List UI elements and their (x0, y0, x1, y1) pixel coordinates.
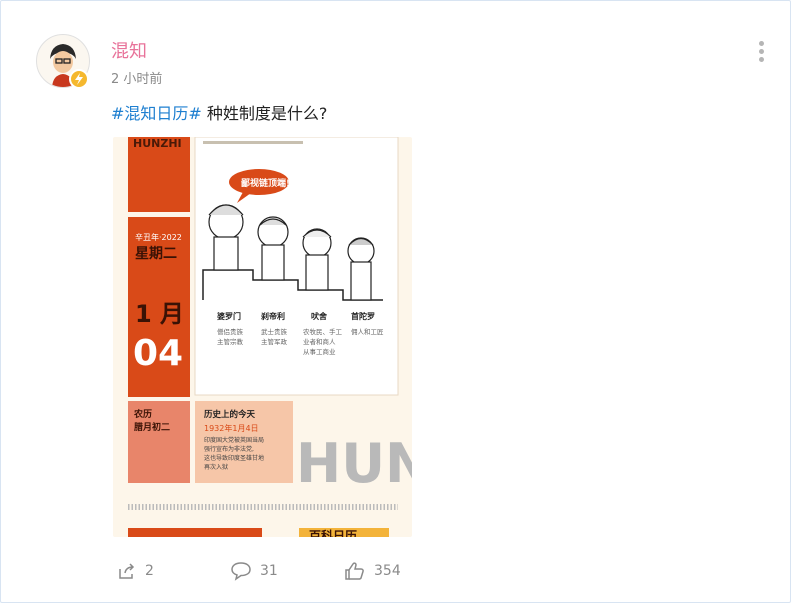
post-text: #混知日历# 种姓制度是什么? (111, 100, 327, 124)
lunar-label: 农历 (133, 408, 152, 420)
lunar-date: 腊月初二 (134, 421, 170, 433)
calendar-illustration: HUNZHI 辛丑年·2022 星期二 1 月 04 鄙视链顶端! 婆罗门 僧侣… (128, 137, 412, 537)
history-title: 历史上的今天 (204, 409, 256, 420)
year-line: 辛丑年·2022 (135, 232, 182, 242)
post-card: 混知 2 小时前 #混知日历# 种姓制度是什么? HUNZHI 辛丑年·2022… (0, 0, 791, 603)
caste-name: 婆罗门 (217, 311, 241, 321)
bottom-label: 百科日历 (309, 528, 357, 537)
history-line: 这也导致印度圣雄甘地 (204, 454, 264, 462)
caste-desc: 从事工商业 (303, 347, 336, 356)
thumbs-up-icon (345, 562, 364, 580)
caste-desc: 主管宗教 (217, 337, 244, 346)
caste-desc: 业者和商人 (303, 337, 336, 346)
day: 04 (133, 333, 183, 374)
share-count: 2 (145, 563, 154, 579)
history-line: 强行宣布为非法党, (204, 445, 254, 453)
share-icon (119, 563, 135, 579)
caste-name: 刹帝利 (261, 311, 285, 321)
caste-name: 首陀罗 (351, 311, 375, 321)
history-line: 印度国大党被英国当局 (204, 436, 264, 444)
caste-desc: 武士贵族 (261, 327, 288, 336)
history-date: 1932年1月4日 (204, 423, 259, 433)
comment-button[interactable]: 31 (230, 561, 278, 581)
caste-desc: 主管军政 (261, 337, 288, 346)
comment-count: 31 (260, 563, 278, 579)
like-count: 354 (374, 563, 401, 579)
author-name[interactable]: 混知 (111, 37, 147, 63)
post-image[interactable]: HUNZHI 辛丑年·2022 星期二 1 月 04 鄙视链顶端! 婆罗门 僧侣… (113, 137, 412, 537)
history-line: 再次入狱 (204, 463, 228, 471)
caste-desc: 僧侣贵族 (217, 327, 244, 336)
caste-desc: 农牧民、手工 (303, 327, 343, 336)
share-button[interactable]: 2 (117, 561, 154, 581)
speech-text: 鄙视链顶端! (241, 177, 290, 189)
hashtag-link[interactable]: #混知日历# (111, 104, 202, 123)
caste-name: 吠舍 (311, 311, 328, 321)
post-body: 种姓制度是什么? (201, 104, 328, 123)
like-button[interactable]: 354 (344, 561, 401, 581)
more-options-icon[interactable] (755, 41, 767, 65)
month: 1 月 (135, 300, 184, 328)
watermark-text: HUN (296, 432, 412, 495)
post-time: 2 小时前 (111, 72, 163, 87)
comment-icon (231, 562, 251, 581)
action-bar: 2 31 354 (1, 561, 790, 591)
weekday: 星期二 (135, 246, 177, 262)
brand-text: HUNZHI (133, 137, 182, 150)
verified-lightning-icon (69, 69, 89, 89)
caste-desc: 佣人和工匠 (351, 327, 384, 336)
